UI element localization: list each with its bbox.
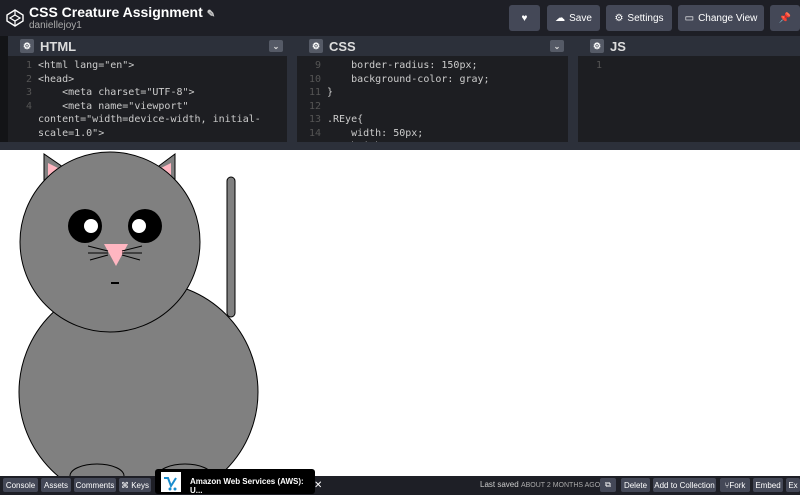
code-text: <html lang="en"> (38, 60, 135, 71)
bottom-bar: Console Assets Comments ⌘ Keys Last save… (0, 476, 800, 494)
code-text: <meta name="viewport" (38, 100, 189, 112)
code-line[interactable]: 11} (297, 86, 568, 100)
assets-button[interactable]: Assets (41, 478, 71, 492)
console-button[interactable]: Console (3, 478, 38, 492)
cat-left-pupil (84, 219, 98, 233)
cat-head (19, 151, 201, 333)
code-text: border-radius: 150px; (327, 60, 478, 71)
css-editor[interactable]: ⚙ CSS ⌄ 9 border-radius: 150px; 10 backgr… (297, 36, 568, 142)
code-text: } (327, 87, 334, 98)
ad-text: Amazon Web Services (AWS): U... (190, 477, 304, 495)
cat-right-pupil (132, 219, 146, 233)
code-line[interactable]: 1 <html lang="en"> (8, 59, 287, 73)
code-text: .REye{ (327, 114, 364, 125)
js-editor[interactable]: ⚙ JS 1 (578, 36, 800, 142)
code-line[interactable]: scale=1.0"> (8, 127, 287, 141)
html-editor-header: ⚙ HTML ⌄ (8, 36, 287, 56)
line-number: 14 (308, 127, 321, 139)
preview-resizer[interactable] (0, 142, 800, 150)
line-number: 1 (25, 60, 32, 71)
cloud-icon: ☁ (555, 12, 566, 24)
css-editor-header: ⚙ CSS ⌄ (297, 36, 568, 56)
line-number: 11 (308, 87, 321, 98)
html-settings-gear-icon[interactable]: ⚙ (20, 39, 34, 53)
code-line[interactable]: 14 width: 50px; (297, 127, 568, 141)
js-editor-header: ⚙ JS (578, 36, 800, 56)
pin-button[interactable]: 📌 (770, 5, 800, 31)
change-view-button[interactable]: ▭ Change View (678, 5, 764, 31)
line-number: 3 (25, 87, 32, 98)
heart-icon: ♥ (521, 12, 528, 24)
css-collapse-chevron-icon[interactable]: ⌄ (550, 40, 564, 52)
html-editor[interactable]: ⚙ HTML ⌄ 1 <html lang="en"> 2 <head> 3 <meta… (8, 36, 287, 142)
line-number: 13 (308, 114, 321, 125)
like-button[interactable]: ♥ (509, 5, 540, 31)
code-line[interactable]: 4 <meta name="viewport" (8, 100, 287, 114)
settings-button[interactable]: ⚙ Settings (606, 5, 672, 31)
code-line[interactable]: content="width=device-width, initial- (8, 113, 287, 127)
code-line[interactable]: 9 border-radius: 150px; (297, 59, 568, 73)
open-external-icon[interactable]: ⧉ (600, 478, 616, 492)
preview-pane (0, 150, 800, 476)
line-number: 2 (25, 73, 32, 85)
editor-area: ⚙ HTML ⌄ 1 <html lang="en"> 2 <head> 3 <meta… (0, 36, 800, 142)
ad-close-icon[interactable]: ✕ (314, 480, 322, 491)
code-text: width: 50px; (327, 127, 424, 139)
pen-author[interactable]: daniellejoy1 (29, 20, 82, 31)
ad-logo-icon (161, 472, 181, 492)
code-text: content="width=device-width, initial- (38, 114, 261, 125)
layout-icon: ▭ (684, 12, 695, 24)
code-line[interactable]: 2 <head> (8, 73, 287, 87)
js-code[interactable]: 1 (578, 56, 800, 73)
cat-tail (226, 176, 236, 318)
line-number: 10 (308, 73, 321, 85)
code-line[interactable]: 13 .REye{ (297, 113, 568, 127)
fork-button[interactable]: ⑂ Fork (720, 478, 750, 492)
code-text: <meta charset="UTF-8"> (38, 87, 195, 98)
code-line[interactable]: 1 (578, 59, 800, 73)
save-button[interactable]: ☁ Save (547, 5, 600, 31)
comments-button[interactable]: Comments (74, 478, 116, 492)
code-text: background-color: gray; (327, 73, 490, 85)
js-settings-gear-icon[interactable]: ⚙ (590, 39, 604, 53)
last-saved: Last saved ABOUT 2 MONTHS AGO (480, 480, 601, 489)
gear-icon: ⚙ (614, 12, 624, 24)
ad-popup[interactable]: Amazon Web Services (AWS): U... (155, 469, 315, 495)
code-text: scale=1.0"> (38, 127, 105, 139)
html-collapse-chevron-icon[interactable]: ⌄ (269, 40, 283, 52)
cat-creature (18, 151, 259, 476)
html-code[interactable]: 1 <html lang="en"> 2 <head> 3 <meta charset=… (8, 56, 287, 140)
top-bar: CSS Creature Assignment ✎ daniellejoy1 ♥ … (0, 0, 800, 36)
code-line[interactable]: 10 background-color: gray; (297, 73, 568, 87)
code-text: <head> (38, 73, 75, 85)
delete-button[interactable]: Delete (621, 478, 650, 492)
pane-divider[interactable] (568, 36, 578, 142)
embed-button[interactable]: Embed (753, 478, 783, 492)
code-line[interactable]: 12 (297, 100, 568, 114)
line-number: 12 (308, 100, 321, 112)
line-number: 4 (25, 100, 32, 112)
edit-pencil-icon[interactable]: ✎ (207, 9, 215, 20)
pin-icon: 📌 (778, 12, 792, 24)
line-number: 1 (595, 60, 602, 71)
css-code[interactable]: 9 border-radius: 150px; 10 background-col… (297, 56, 568, 142)
codepen-logo-icon[interactable] (5, 8, 25, 28)
add-to-collection-button[interactable]: Add to Collection (653, 478, 716, 492)
pane-divider[interactable] (287, 36, 297, 142)
export-button[interactable]: Ex (786, 478, 800, 492)
keys-button[interactable]: ⌘ Keys (119, 478, 151, 492)
line-number: 9 (314, 60, 321, 71)
css-settings-gear-icon[interactable]: ⚙ (309, 39, 323, 53)
pen-title[interactable]: CSS Creature Assignment ✎ (29, 4, 215, 20)
code-line[interactable]: 3 <meta charset="UTF-8"> (8, 86, 287, 100)
